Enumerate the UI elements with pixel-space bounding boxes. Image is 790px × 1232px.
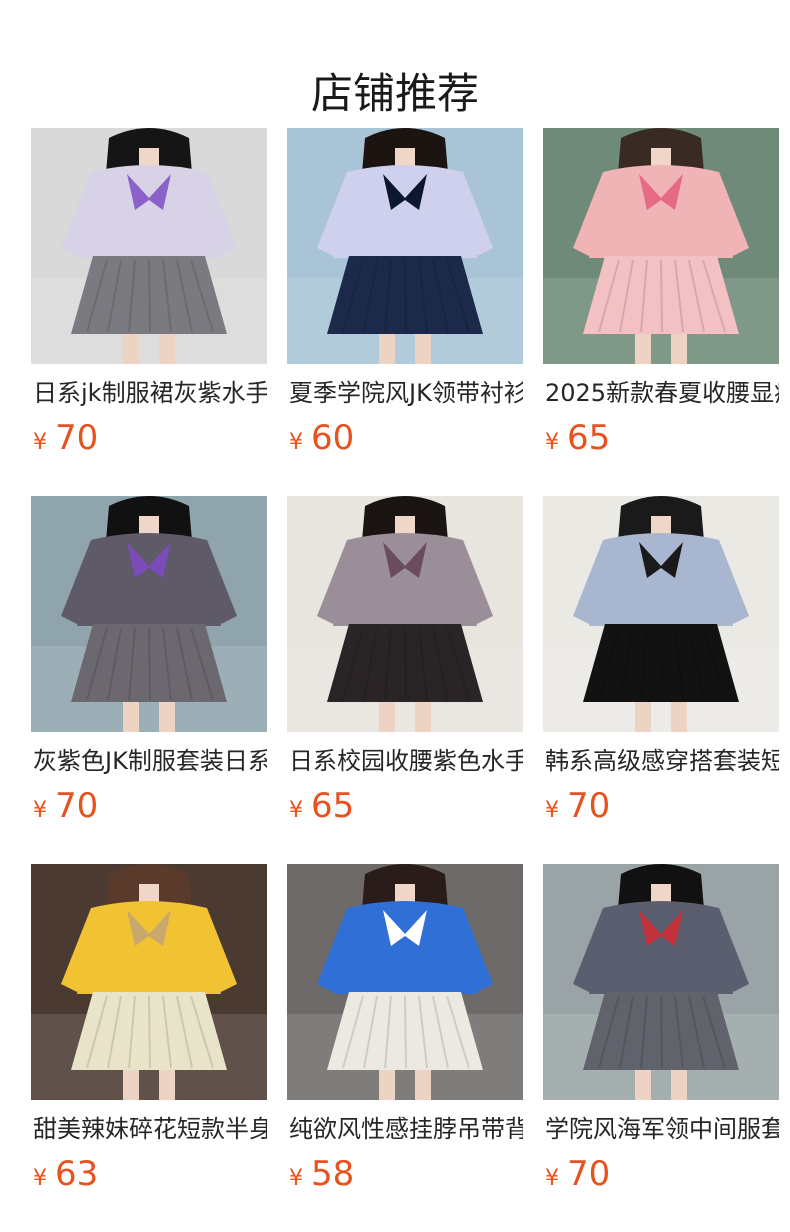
price-value: 65: [311, 786, 355, 826]
price-value: 58: [311, 1154, 355, 1194]
product-photo-illustration: [31, 864, 267, 1100]
product-price: ¥65: [545, 418, 610, 458]
product-price: ¥58: [289, 1154, 354, 1194]
currency-symbol: ¥: [545, 430, 559, 455]
product-image[interactable]: [31, 496, 267, 732]
product-card-4[interactable]: 灰紫色JK制服套装日系 ¥70: [31, 496, 267, 826]
product-title[interactable]: 甜美辣妹碎花短款半身裙: [33, 1112, 267, 1146]
product-photo-illustration: [543, 864, 779, 1100]
product-image[interactable]: [543, 496, 779, 732]
currency-symbol: ¥: [289, 430, 303, 455]
product-image[interactable]: [287, 864, 523, 1100]
product-photo-illustration: [543, 496, 779, 732]
price-value: 65: [567, 418, 611, 458]
product-price: ¥70: [33, 786, 98, 826]
currency-symbol: ¥: [33, 798, 47, 823]
price-value: 70: [55, 418, 99, 458]
product-card-8[interactable]: 纯欲风性感挂脖吊带背心 ¥58: [287, 864, 523, 1194]
price-value: 60: [311, 418, 355, 458]
product-card-7[interactable]: 甜美辣妹碎花短款半身裙 ¥63: [31, 864, 267, 1194]
product-image[interactable]: [287, 496, 523, 732]
currency-symbol: ¥: [33, 430, 47, 455]
product-title[interactable]: 2025新款春夏收腰显瘦: [545, 376, 779, 410]
product-title[interactable]: 韩系高级感穿搭套装短裙: [545, 744, 779, 778]
page-title: 店铺推荐: [310, 69, 479, 119]
product-title[interactable]: 日系jk制服裙灰紫水手服: [33, 376, 267, 410]
product-title[interactable]: 学院风海军领中间服套装: [545, 1112, 779, 1146]
product-image[interactable]: [287, 128, 523, 364]
currency-symbol: ¥: [289, 798, 303, 823]
currency-symbol: ¥: [33, 1166, 47, 1191]
product-image[interactable]: [31, 864, 267, 1100]
currency-symbol: ¥: [289, 1166, 303, 1191]
product-title[interactable]: 夏季学院风JK领带衬衫: [289, 376, 523, 410]
price-value: 63: [55, 1154, 99, 1194]
product-photo-illustration: [31, 496, 267, 732]
currency-symbol: ¥: [545, 798, 559, 823]
product-photo-illustration: [287, 496, 523, 732]
product-price: ¥65: [289, 786, 354, 826]
product-title[interactable]: 灰紫色JK制服套装日系: [33, 744, 267, 778]
product-photo-illustration: [287, 864, 523, 1100]
product-title[interactable]: 纯欲风性感挂脖吊带背心: [289, 1112, 523, 1146]
product-grid: 日系jk制服裙灰紫水手服 ¥70 夏季学院风JK领带衬衫 ¥60 2025新款春…: [31, 128, 779, 1194]
product-price: ¥70: [545, 786, 610, 826]
price-value: 70: [567, 786, 611, 826]
product-image[interactable]: [543, 128, 779, 364]
product-photo-illustration: [31, 128, 267, 364]
product-card-6[interactable]: 韩系高级感穿搭套装短裙 ¥70: [543, 496, 779, 826]
product-card-2[interactable]: 夏季学院风JK领带衬衫 ¥60: [287, 128, 523, 458]
product-card-3[interactable]: 2025新款春夏收腰显瘦 ¥65: [543, 128, 779, 458]
product-image[interactable]: [31, 128, 267, 364]
product-price: ¥70: [33, 418, 98, 458]
product-card-5[interactable]: 日系校园收腰紫色水手服 ¥65: [287, 496, 523, 826]
product-image[interactable]: [543, 864, 779, 1100]
currency-symbol: ¥: [545, 1166, 559, 1191]
price-value: 70: [55, 786, 99, 826]
product-price: ¥63: [33, 1154, 98, 1194]
price-value: 70: [567, 1154, 611, 1194]
product-photo-illustration: [543, 128, 779, 364]
product-photo-illustration: [287, 128, 523, 364]
product-card-9[interactable]: 学院风海军领中间服套装 ¥70: [543, 864, 779, 1194]
product-title[interactable]: 日系校园收腰紫色水手服: [289, 744, 523, 778]
product-price: ¥70: [545, 1154, 610, 1194]
product-price: ¥60: [289, 418, 354, 458]
product-card-1[interactable]: 日系jk制服裙灰紫水手服 ¥70: [31, 128, 267, 458]
